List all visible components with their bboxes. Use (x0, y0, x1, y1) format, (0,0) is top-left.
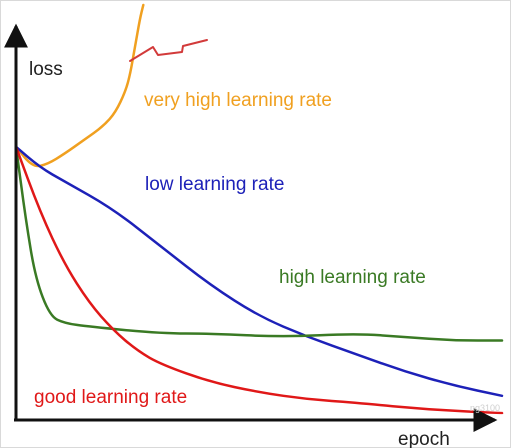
x-axis-label: epoch (398, 429, 450, 448)
series-label-high: high learning rate (279, 267, 426, 288)
y-axis-label: loss (29, 59, 63, 80)
series-label-low: low learning rate (145, 174, 284, 195)
loss-vs-epoch-chart: loss epoch very high learning rate low l… (3, 3, 504, 448)
series-layer (14, 3, 504, 415)
series-label-very-high: very high learning rate (144, 90, 332, 111)
watermark: ng3100 (470, 403, 500, 413)
annotation-arrow-icon (129, 39, 208, 62)
series-line-very-high-learning-rate (14, 3, 145, 168)
series-label-good: good learning rate (34, 387, 187, 408)
